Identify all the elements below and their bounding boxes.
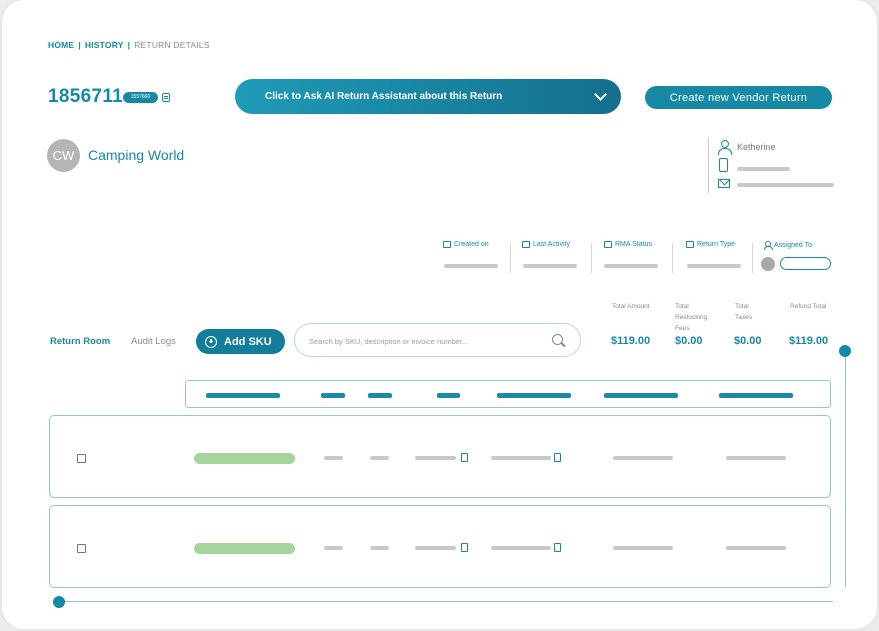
row-status-pill (194, 543, 295, 554)
horizontal-scrollbar[interactable] (62, 601, 833, 602)
search-icon[interactable] (552, 334, 563, 345)
user-icon (764, 241, 773, 250)
breadcrumb-history[interactable]: HISTORY (85, 40, 124, 50)
calendar-icon (522, 241, 530, 248)
breadcrumb-separator: | (78, 40, 81, 50)
column-header (719, 393, 793, 398)
total-taxes-label: Total Taxes (735, 303, 752, 321)
refund-total-label: Refund Total (790, 303, 827, 310)
tab-return-room[interactable]: Return Room (50, 336, 110, 347)
document-icon[interactable] (554, 543, 561, 552)
contact-card: Ketherine (708, 138, 838, 193)
table-row[interactable] (49, 505, 831, 588)
cell-placeholder (491, 456, 551, 460)
created-on-placeholder (444, 264, 498, 268)
row-checkbox[interactable] (77, 454, 86, 463)
assignee-avatar (761, 257, 775, 271)
column-header (604, 393, 678, 398)
cell-placeholder (726, 546, 786, 550)
document-icon[interactable] (461, 453, 468, 462)
cell-placeholder (370, 456, 389, 460)
vertical-scroll-handle[interactable] (839, 345, 851, 357)
cell-placeholder (613, 456, 673, 460)
copy-icon[interactable] (162, 93, 170, 102)
row-status-pill (194, 453, 295, 464)
breadcrumb: HOME | HISTORY | RETURN DETAILS (48, 40, 210, 50)
meta-last-activity-label: Last Activity (533, 241, 570, 248)
search-box (294, 323, 581, 357)
create-vendor-return-button[interactable]: Create new Vendor Return (645, 86, 832, 109)
horizontal-scroll-handle[interactable] (53, 596, 65, 608)
column-header (368, 393, 392, 398)
cell-placeholder (613, 546, 673, 550)
total-amount-label: Total Amount (612, 303, 650, 310)
table-header (185, 380, 831, 408)
breadcrumb-separator: | (127, 40, 131, 50)
mail-icon (718, 179, 730, 188)
table-row[interactable] (49, 415, 831, 498)
calendar-icon (443, 241, 451, 248)
divider (752, 243, 753, 273)
cell-placeholder (415, 546, 456, 550)
search-input[interactable] (309, 334, 529, 348)
avatar: CW (47, 139, 80, 172)
cell-placeholder (415, 456, 456, 460)
assignee-selector[interactable] (780, 257, 831, 270)
meta-created-on-label: Created on (454, 241, 489, 248)
document-icon[interactable] (461, 543, 468, 552)
cell-placeholder (491, 546, 551, 550)
row-checkbox[interactable] (77, 544, 86, 553)
refund-total-value: $119.00 (789, 335, 829, 347)
add-sku-label: Add SKU (224, 335, 272, 348)
divider (672, 243, 673, 273)
return-type-placeholder (687, 264, 741, 268)
customer-name: Camping World (88, 147, 185, 163)
divider (591, 243, 592, 273)
meta-assigned-to: Assigned To (764, 241, 813, 250)
plus-circle-icon (205, 335, 217, 348)
tab-audit-logs[interactable]: Audit Logs (131, 336, 176, 347)
total-amount-value: $119.00 (611, 335, 651, 347)
cell-placeholder (324, 546, 343, 550)
vertical-scrollbar[interactable] (845, 352, 846, 587)
breadcrumb-home[interactable]: HOME (48, 40, 74, 50)
cell-placeholder (726, 456, 786, 460)
ai-assistant-label: Click to Ask AI Return Assistant about t… (265, 91, 503, 102)
person-icon (718, 140, 732, 155)
ai-assistant-button[interactable]: Click to Ask AI Return Assistant about t… (235, 79, 621, 114)
column-header (321, 393, 345, 398)
cell-placeholder (370, 546, 389, 550)
meta-assigned-to-label: Assigned To (774, 241, 813, 249)
meta-last-activity: Last Activity (522, 241, 570, 248)
column-header (206, 393, 280, 398)
cell-placeholder (324, 456, 343, 460)
rma-status-placeholder (604, 264, 658, 268)
checkbox-icon (686, 241, 694, 248)
id-badge: 1557660 (123, 92, 158, 103)
meta-return-type-label: Return Type (697, 241, 736, 248)
column-header (437, 393, 460, 398)
divider (510, 243, 511, 273)
contact-name: Ketherine (737, 142, 776, 152)
document-icon[interactable] (554, 453, 561, 462)
breadcrumb-return-details: RETURN DETAILS (134, 40, 210, 50)
last-activity-placeholder (523, 264, 577, 268)
meta-rma-status-label: RMA Status (615, 241, 652, 248)
add-sku-button[interactable]: Add SKU (196, 329, 285, 354)
chevron-down-icon (594, 88, 607, 101)
email-placeholder (737, 183, 834, 187)
meta-rma-status: RMA Status (604, 241, 652, 248)
phone-icon (719, 158, 728, 172)
return-details-card: HOME | HISTORY | RETURN DETAILS 1856711 … (2, 0, 877, 629)
total-restocking-value: $0.00 (675, 335, 703, 347)
return-id: 1856711 (48, 86, 124, 107)
column-header (497, 393, 571, 398)
total-restocking-label: Total Restocking Fees (675, 303, 708, 332)
checkbox-icon (604, 241, 612, 248)
meta-return-type: Return Type (686, 241, 735, 248)
meta-created-on: Created on (443, 241, 489, 248)
phone-placeholder (737, 167, 790, 171)
total-taxes-value: $0.00 (734, 335, 762, 347)
